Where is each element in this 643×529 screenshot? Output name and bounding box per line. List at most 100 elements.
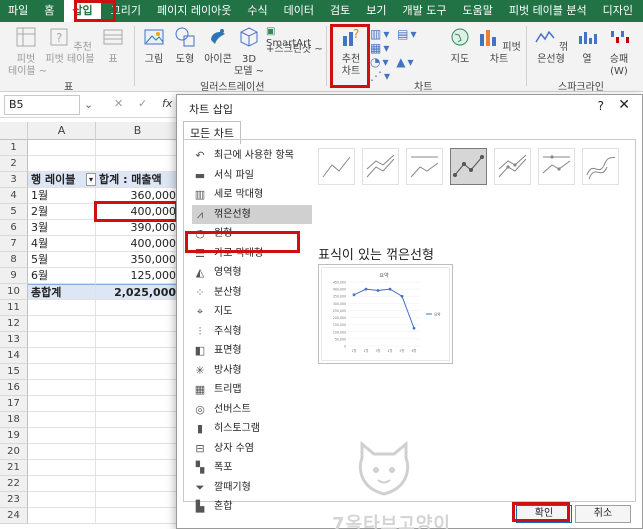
cell-b14[interactable] xyxy=(96,348,180,364)
subtype-stacked-line[interactable] xyxy=(362,148,399,185)
sparkline-column-button[interactable]: 열 xyxy=(574,26,600,66)
row-header[interactable]: 4 xyxy=(0,188,28,204)
chart-category-item[interactable]: ⌖ 지도 xyxy=(192,302,312,321)
chart-category-item[interactable]: ☰ 가로 막대형 xyxy=(192,244,312,263)
subtype-100-stacked-line[interactable] xyxy=(406,148,443,185)
cell-a23[interactable] xyxy=(28,492,96,508)
cell-b9[interactable]: 125,000 xyxy=(96,268,180,284)
chart-category-item[interactable]: ◭ 영역형 xyxy=(192,263,312,282)
chart-category-item[interactable]: ✳ 방사형 xyxy=(192,361,312,380)
cell-b4[interactable]: 360,000 xyxy=(96,188,180,204)
row-header[interactable]: 8 xyxy=(0,252,28,268)
fx-icon[interactable]: fx xyxy=(162,97,172,110)
cell-b12[interactable] xyxy=(96,316,180,332)
cell-b21[interactable] xyxy=(96,460,180,476)
maps-button[interactable]: 지도 xyxy=(448,26,472,66)
row-header[interactable]: 14 xyxy=(0,348,28,364)
chart-category-item[interactable]: ▦ 트리맵 xyxy=(192,380,312,399)
row-header[interactable]: 7 xyxy=(0,236,28,252)
cell-b13[interactable] xyxy=(96,332,180,348)
row-header[interactable]: 17 xyxy=(0,396,28,412)
chart-category-item[interactable]: ⁘ 분산형 xyxy=(192,283,312,302)
tab-design[interactable]: 디자인 xyxy=(595,0,641,22)
cell-a21[interactable] xyxy=(28,460,96,476)
row-header[interactable]: 11 xyxy=(0,300,28,316)
chart-category-item[interactable]: ◔ 원형 xyxy=(192,224,312,243)
cell-a17[interactable] xyxy=(28,396,96,412)
subtype-line[interactable] xyxy=(318,148,355,185)
chart-category-item[interactable]: ▥ 세로 막대형 xyxy=(192,185,312,204)
cell-a16[interactable] xyxy=(28,380,96,396)
cell-a7[interactable]: 4월 xyxy=(28,236,96,252)
cell-a18[interactable] xyxy=(28,412,96,428)
cell-a10[interactable]: 총합계 xyxy=(28,284,96,300)
pivot-chart-button[interactable]: 피벗 차트 xyxy=(476,26,522,66)
row-header[interactable]: 22 xyxy=(0,476,28,492)
cell-b20[interactable] xyxy=(96,444,180,460)
shapes-button[interactable]: 도형 xyxy=(170,26,200,66)
picture-button[interactable]: 그림 xyxy=(140,26,168,66)
pivot-table-button[interactable]: 피벗 테이블 ~ xyxy=(8,26,47,78)
tab-formulas[interactable]: 수식 xyxy=(239,0,275,22)
chart-category-item[interactable]: ⫶ 주식형 xyxy=(192,322,312,341)
chart-category-item[interactable]: ▙ 혼합 xyxy=(192,497,312,516)
tab-page-layout[interactable]: 페이지 레이아웃 xyxy=(149,0,239,22)
cell-a1[interactable] xyxy=(28,140,96,156)
chart-category-item[interactable]: ▬ 서식 파일 xyxy=(192,166,312,185)
screenshot-button[interactable]: +스크린샷 ~ xyxy=(266,44,326,56)
chart-category-item[interactable]: ◎ 선버스트 xyxy=(192,400,312,419)
column-chart-gallery[interactable]: ▥▾ ▤▾ ▦▾ ◔▾ ▲▾ ⋰▾ xyxy=(370,28,442,84)
cell-a20[interactable] xyxy=(28,444,96,460)
ok-button[interactable]: 확인 xyxy=(516,505,572,523)
row-header[interactable]: 20 xyxy=(0,444,28,460)
help-button[interactable]: ? xyxy=(598,99,604,113)
cell-b24[interactable] xyxy=(96,508,180,524)
row-header[interactable]: 18 xyxy=(0,412,28,428)
cell-b23[interactable] xyxy=(96,492,180,508)
tab-file[interactable]: 파일 xyxy=(0,0,36,22)
cell-b3[interactable]: 합계 : 매출액 xyxy=(96,172,180,188)
cell-a4[interactable]: 1월 xyxy=(28,188,96,204)
tab-developer[interactable]: 개발 도구 xyxy=(394,0,454,22)
cell-b19[interactable] xyxy=(96,428,180,444)
row-header[interactable]: 2 xyxy=(0,156,28,172)
recommended-pivot-button[interactable]: ? 추천 피벗 테이블 xyxy=(44,26,96,66)
name-box-dropdown-icon[interactable]: ⌄ xyxy=(84,98,93,111)
select-all-corner[interactable] xyxy=(0,122,28,140)
tab-view[interactable]: 보기 xyxy=(358,0,394,22)
3d-model-button[interactable]: 3D 모델 ~ xyxy=(234,26,264,78)
cell-b6[interactable]: 390,000 xyxy=(96,220,180,236)
sparkline-line-button[interactable]: 꺾은선형 xyxy=(530,26,572,66)
cell-b18[interactable] xyxy=(96,412,180,428)
cell-b11[interactable] xyxy=(96,300,180,316)
cell-b15[interactable] xyxy=(96,364,180,380)
cell-a13[interactable] xyxy=(28,332,96,348)
cell-a2[interactable] xyxy=(28,156,96,172)
chart-category-item[interactable]: ◧ 표면형 xyxy=(192,341,312,360)
row-header[interactable]: 1 xyxy=(0,140,28,156)
tab-review[interactable]: 검토 xyxy=(322,0,358,22)
sparkline-winloss-button[interactable]: 승패 (W) xyxy=(604,26,634,78)
chart-category-item[interactable]: ⊟ 상자 수염 xyxy=(192,439,312,458)
name-box[interactable]: B5 xyxy=(4,95,80,115)
enter-icon[interactable]: ✓ xyxy=(138,97,147,110)
row-header[interactable]: 16 xyxy=(0,380,28,396)
chart-category-item[interactable]: ▚ 폭포 xyxy=(192,458,312,477)
row-header[interactable]: 6 xyxy=(0,220,28,236)
row-header[interactable]: 13 xyxy=(0,332,28,348)
row-header[interactable]: 21 xyxy=(0,460,28,476)
subtype-stacked-line-markers[interactable] xyxy=(494,148,531,185)
cell-b7[interactable]: 400,000 xyxy=(96,236,180,252)
tab-insert[interactable]: 삽입 xyxy=(64,0,101,22)
chart-category-item[interactable]: ⩘ 꺾은선형 xyxy=(192,204,312,224)
row-header[interactable]: 9 xyxy=(0,268,28,284)
row-header[interactable]: 10 xyxy=(0,284,28,300)
cell-a5[interactable]: 2월 xyxy=(28,204,96,220)
column-header-b[interactable]: B xyxy=(96,122,180,140)
icons-button[interactable]: 아이콘 xyxy=(202,26,234,66)
tab-home[interactable]: 홈 xyxy=(36,0,62,22)
row-header[interactable]: 3 xyxy=(0,172,28,188)
tab-data[interactable]: 데이터 xyxy=(276,0,322,22)
cancel-button[interactable]: 취소 xyxy=(575,505,631,523)
row-header[interactable]: 19 xyxy=(0,428,28,444)
